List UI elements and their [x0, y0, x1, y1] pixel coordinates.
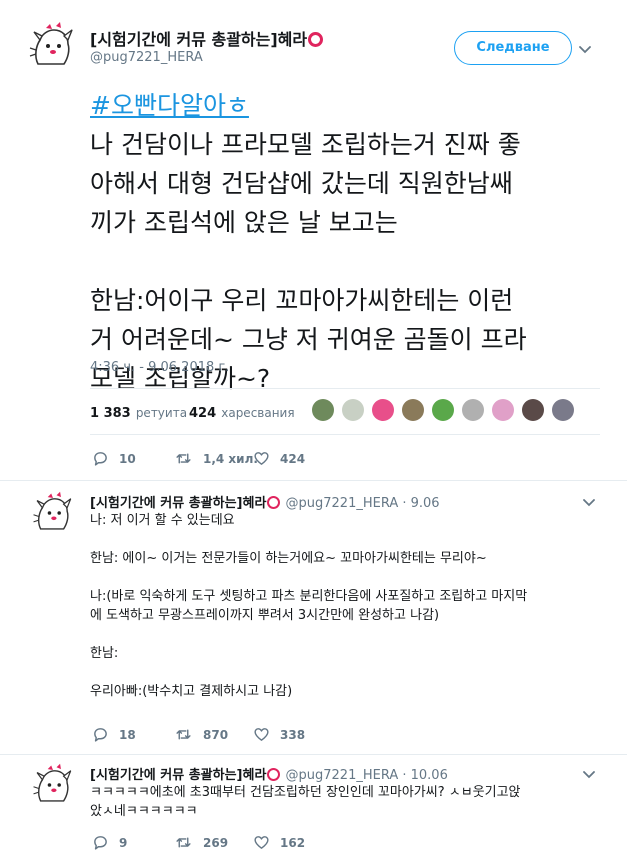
retweet-action[interactable]: 1,4 хил.	[174, 450, 258, 467]
retweet-icon	[174, 450, 193, 467]
tweet-line: 나 건담이나 프라모델 조립하는거 진짜 좋	[90, 130, 521, 159]
divider	[90, 434, 600, 435]
reply-header: [시험기간에 커뮤 총괄하는]혜라 @pug7221_HERA · 10.06	[90, 764, 448, 783]
red-circle-emoji-icon	[308, 32, 324, 47]
reply-icon	[92, 834, 109, 851]
retweet-stats[interactable]: 1 383 ретуита	[90, 402, 187, 421]
display-name[interactable]: [시험기간에 커뮤 총괄하는]혜라	[90, 496, 281, 511]
like-action[interactable]: 338	[253, 726, 305, 743]
handle-date[interactable]: @pug7221_HERA · 10.06	[286, 768, 448, 783]
display-name[interactable]: [시험기간에 커뮤 총괄하는]혜라	[90, 768, 281, 783]
liker-avatar[interactable]	[372, 399, 394, 421]
divider	[90, 388, 600, 389]
avatar-image	[26, 20, 78, 72]
like-action[interactable]: 162	[253, 834, 305, 851]
divider	[0, 754, 627, 755]
liker-avatar[interactable]	[312, 399, 334, 421]
liker-avatar[interactable]	[432, 399, 454, 421]
likes-stats[interactable]: 424 харесвания	[189, 402, 295, 421]
avatar[interactable]	[26, 20, 78, 72]
tweet-line: 한남:어이구 우리 꼬마아가씨한테는 이런	[90, 286, 514, 315]
likers-avatars	[312, 399, 574, 421]
heart-icon	[253, 834, 270, 851]
retweet-icon	[174, 834, 193, 851]
avatar[interactable]	[30, 490, 76, 536]
hashtag-link[interactable]: #오빤다알아ㅎ	[90, 91, 249, 120]
tweet-timestamp[interactable]: 4:36 ч. - 9.06.2018 г.	[90, 360, 229, 375]
reply-action[interactable]: 10	[92, 450, 136, 467]
avatar-image	[30, 490, 76, 536]
tweet-line: 끼가 조립석에 앉은 날 보고는	[90, 208, 398, 237]
reply-header: [시험기간에 커뮤 총괄하는]혜라 @pug7221_HERA · 9.06	[90, 492, 440, 511]
chevron-down-icon[interactable]	[583, 768, 595, 780]
chevron-down-icon[interactable]	[579, 43, 591, 55]
reply-action[interactable]: 9	[92, 834, 127, 851]
reply-text: 나: 저 이거 할 수 있는데요 한남: 에이~ 이거는 전문가들이 하는거에요…	[90, 513, 528, 699]
avatar-image	[30, 762, 76, 808]
reply-text: ㅋㅋㅋㅋㅋ에초에 초3때부터 건담조립하던 장인인데 꼬마아가씨? ㅅㅂ웃기고앉…	[90, 785, 521, 819]
user-handle[interactable]: @pug7221_HERA	[90, 50, 203, 65]
liker-avatar[interactable]	[522, 399, 544, 421]
liker-avatar[interactable]	[552, 399, 574, 421]
retweet-action[interactable]: 870	[174, 726, 228, 743]
reply-icon	[92, 450, 109, 467]
avatar[interactable]	[30, 762, 76, 808]
retweet-icon	[174, 726, 193, 743]
tweet-body: #오빤다알아ㅎ 나 건담이나 프라모델 조립하는거 진짜 좋 아해서 대형 건담…	[90, 86, 620, 398]
reply-action[interactable]: 18	[92, 726, 136, 743]
handle-date[interactable]: @pug7221_HERA · 9.06	[286, 496, 440, 511]
reply-icon	[92, 726, 109, 743]
red-circle-emoji-icon	[267, 496, 281, 509]
liker-avatar[interactable]	[492, 399, 514, 421]
liker-avatar[interactable]	[342, 399, 364, 421]
heart-icon	[253, 450, 270, 467]
liker-avatar[interactable]	[402, 399, 424, 421]
red-circle-emoji-icon	[267, 768, 281, 781]
like-action[interactable]: 424	[253, 450, 305, 467]
heart-icon	[253, 726, 270, 743]
display-name[interactable]: [시험기간에 커뮤 총괄하는]혜라	[90, 26, 324, 50]
retweet-action[interactable]: 269	[174, 834, 228, 851]
tweet-line: 거 어려운데~ 그냥 저 귀여운 곰돌이 프라	[90, 325, 527, 354]
tweet-line: 아해서 대형 건담샵에 갔는데 직원한남쌔	[90, 169, 513, 198]
divider	[0, 480, 627, 481]
follow-button[interactable]: Следване	[454, 31, 572, 65]
chevron-down-icon[interactable]	[583, 496, 595, 508]
liker-avatar[interactable]	[462, 399, 484, 421]
